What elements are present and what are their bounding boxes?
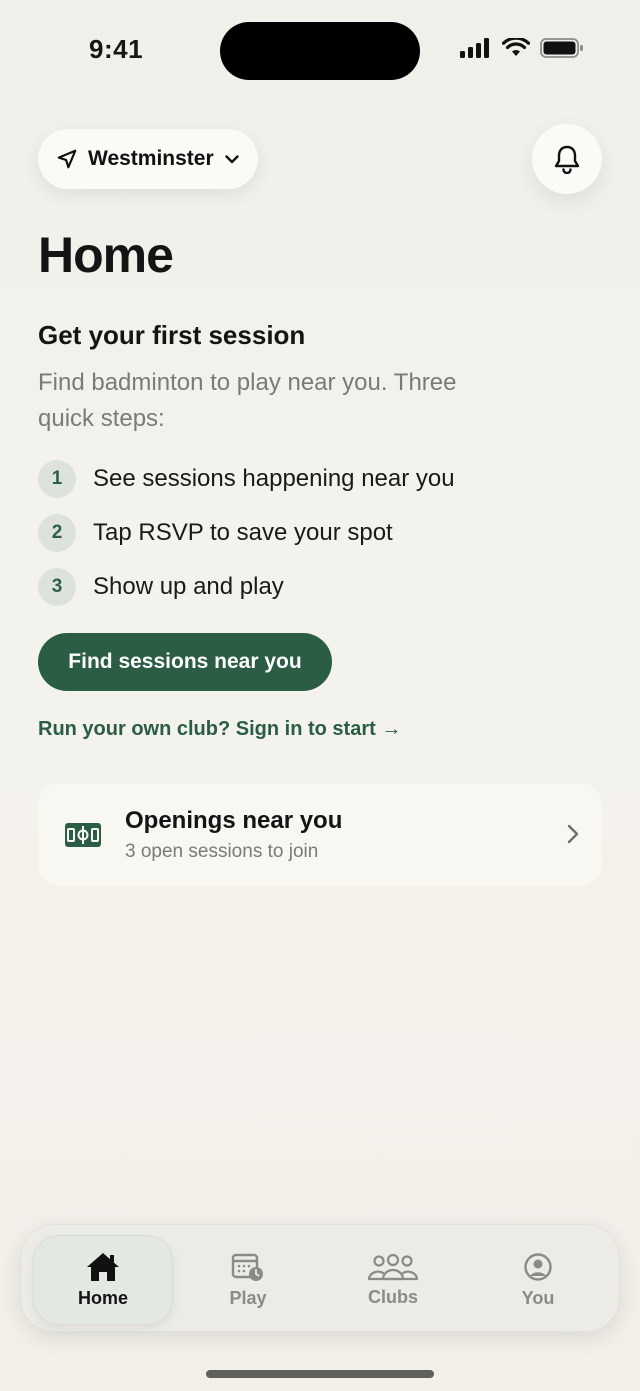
notifications-button[interactable] xyxy=(532,124,602,194)
battery-icon xyxy=(540,38,583,58)
tab-home[interactable]: Home xyxy=(33,1235,173,1325)
tab-you[interactable]: You xyxy=(468,1235,608,1325)
people-group-icon xyxy=(367,1253,419,1280)
status-icons xyxy=(460,38,584,58)
step-item: 3 Show up and play xyxy=(38,567,455,607)
openings-card-title: Openings near you xyxy=(125,807,343,834)
find-sessions-button[interactable]: Find sessions near you xyxy=(38,633,332,691)
tab-bar: Home Play Clubs You xyxy=(20,1224,620,1332)
page-title: Home xyxy=(38,227,174,283)
tab-play[interactable]: Play xyxy=(178,1235,318,1325)
dynamic-island xyxy=(220,22,420,80)
chevron-down-icon xyxy=(224,155,239,164)
calendar-clock-icon xyxy=(231,1253,263,1281)
signal-icon xyxy=(460,38,489,58)
onboarding-heading: Get your first session xyxy=(38,320,306,350)
status-bar: 9:41 xyxy=(0,0,640,100)
house-icon xyxy=(87,1252,119,1281)
openings-card-subtitle: 3 open sessions to join xyxy=(125,841,319,862)
club-sign-in-link[interactable]: Run your own club? Sign in to start → xyxy=(38,718,401,741)
court-icon xyxy=(65,823,101,847)
user-circle-icon xyxy=(524,1252,552,1281)
tab-label: Clubs xyxy=(367,1286,418,1307)
chevron-right-icon xyxy=(567,824,579,844)
status-time: 9:41 xyxy=(89,34,144,64)
openings-card[interactable]: Openings near you 3 open sessions to joi… xyxy=(38,783,602,886)
step-text: Tap RSVP to save your spot xyxy=(93,519,393,546)
bell-icon xyxy=(554,145,580,174)
onboarding-steps: 1 See sessions happening near you 2 Tap … xyxy=(38,459,455,621)
tab-label: You xyxy=(521,1287,555,1308)
tab-label: Play xyxy=(229,1287,267,1308)
wifi-icon xyxy=(502,38,530,56)
step-number-badge: 2 xyxy=(38,514,76,552)
tab-clubs[interactable]: Clubs xyxy=(323,1235,463,1325)
step-text: Show up and play xyxy=(93,573,284,600)
navigation-arrow-icon xyxy=(57,149,77,169)
step-number-badge: 3 xyxy=(38,568,76,606)
step-item: 1 See sessions happening near you xyxy=(38,459,455,499)
location-label: Westminster xyxy=(88,147,214,170)
step-text: See sessions happening near you xyxy=(93,465,455,492)
home-indicator xyxy=(206,1370,434,1378)
tab-label: Home xyxy=(77,1287,128,1308)
step-item: 2 Tap RSVP to save your spot xyxy=(38,513,455,553)
step-number-badge: 1 xyxy=(38,460,76,498)
onboarding-description: Find badminton to play near you. Three q… xyxy=(38,369,457,432)
location-selector[interactable]: Westminster xyxy=(38,129,258,189)
